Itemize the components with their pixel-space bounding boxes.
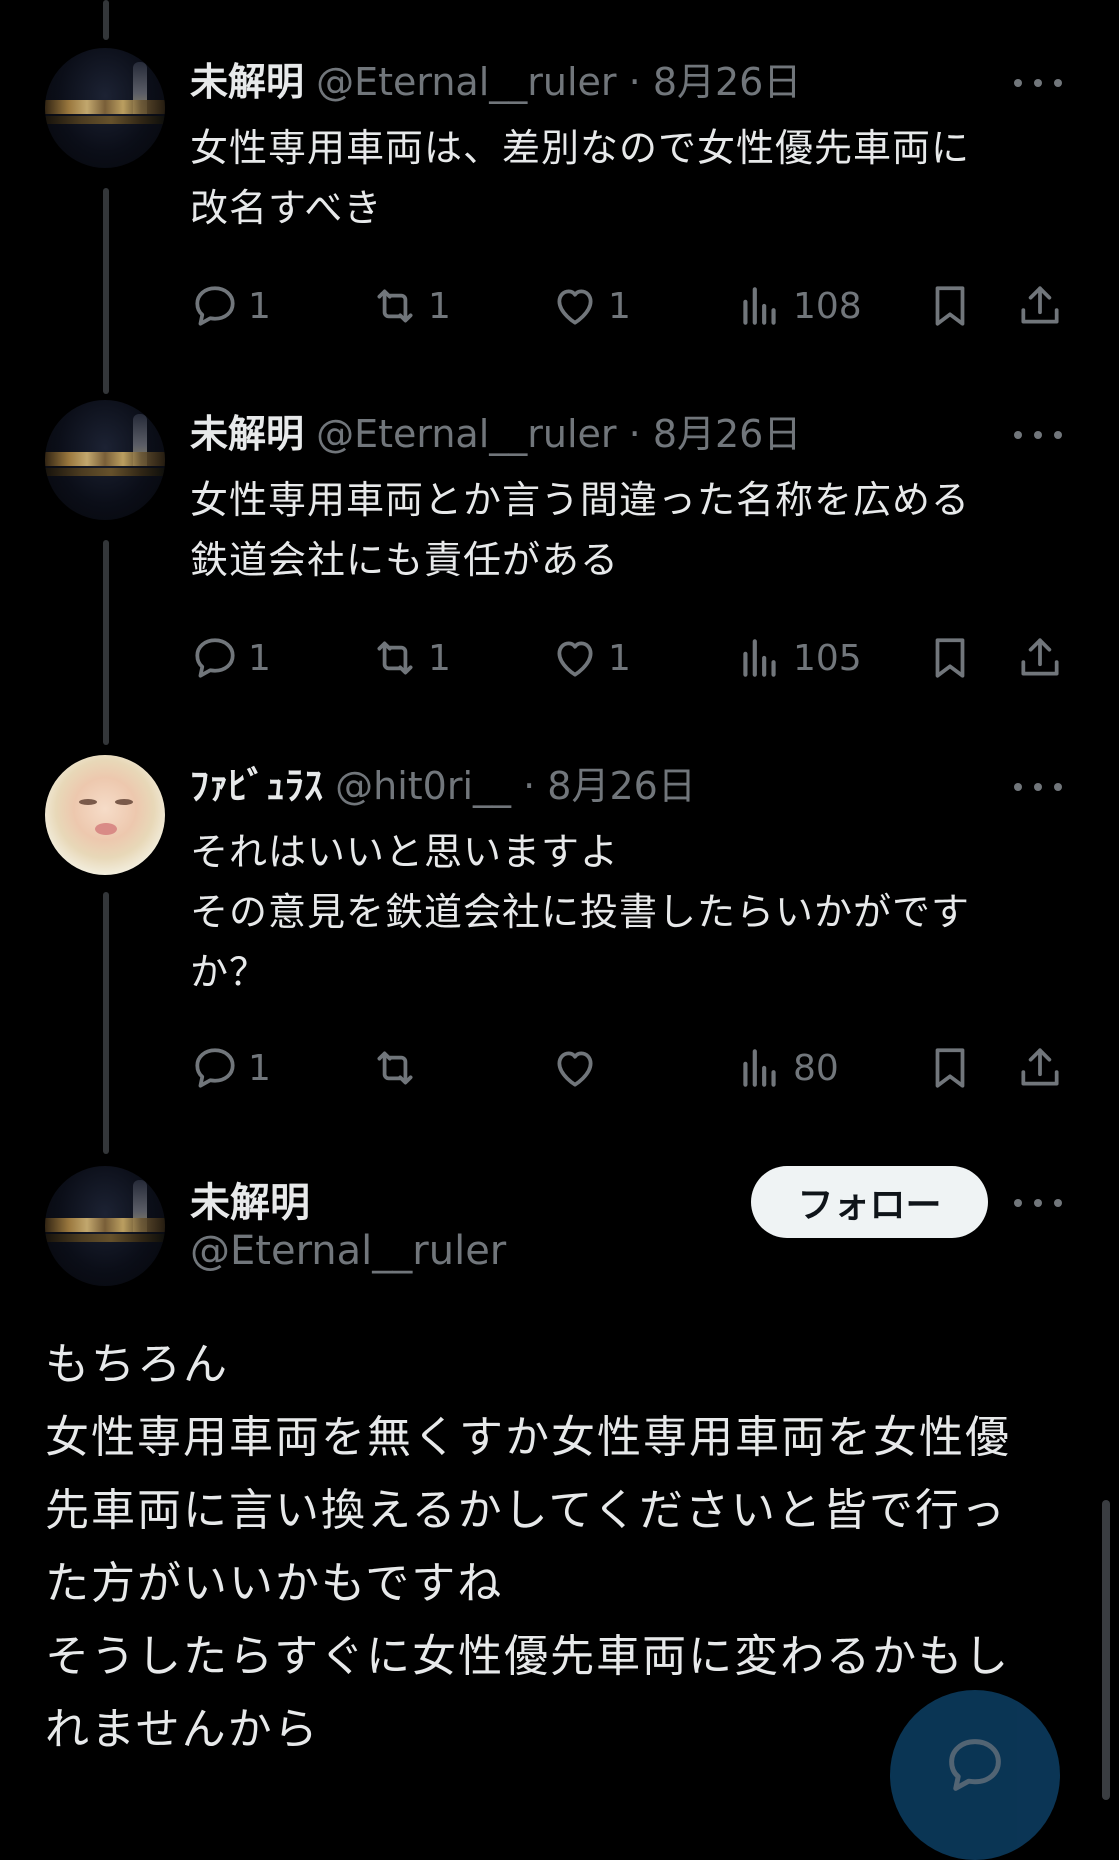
share-button[interactable] [1015,632,1065,684]
avatar[interactable] [45,1166,165,1286]
reply-button[interactable]: 1 [190,632,271,684]
more-icon[interactable] [1014,777,1062,797]
display-name[interactable]: 未解明 [190,60,304,104]
bookmark-icon [935,286,965,326]
reply-icon [195,1048,235,1088]
avatar[interactable] [45,755,165,875]
tweet-date[interactable]: 8月26日 [653,60,802,104]
repost-button[interactable]: 1 [370,632,451,684]
views-icon [743,639,776,677]
view-count: 105 [793,637,862,679]
compose-reply-icon [949,1739,1001,1791]
tweet-text: 女性専用車両とか言う間違った名称を広める 鉄道会社にも責任がある [190,478,971,582]
follow-button[interactable]: フォロー [751,1166,988,1238]
tweet-text: 女性専用車両は、差別なので女性優先車両に 改名すべき [190,126,971,230]
views-button[interactable]: 108 [735,280,862,332]
reply-count: 1 [248,637,271,679]
share-icon [1021,1048,1059,1086]
action-bar: 1 80 [190,1042,1070,1094]
tweet-date[interactable]: 8月26日 [547,764,696,808]
heart-icon [557,289,593,325]
more-icon[interactable] [1014,425,1062,445]
thread-line [103,540,109,745]
tweet[interactable]: 未解明 @Eternal__ruler · 8月26日 女性専用車両は、差別なの… [0,0,1119,380]
thread-line [103,892,109,1154]
heart-icon [557,1051,593,1087]
reply-button[interactable]: 1 [190,280,271,332]
main-tweet-text: もちろん 女性専用車両を無くすか女性専用車両を女性優 先車両に言い換えるかしてく… [45,1339,1011,1755]
bookmark-button[interactable] [925,1042,975,1094]
reply-button[interactable]: 1 [190,1042,271,1094]
display-name[interactable]: ﾌｧﾋﾞｭﾗｽ [190,764,323,808]
avatar[interactable] [45,48,165,168]
action-bar: 1 1 1 108 [190,280,1070,332]
like-count: 1 [608,285,631,327]
bookmark-button[interactable] [925,280,975,332]
repost-icon [377,1051,413,1085]
tweet-text: それはいいと思いますよ その意見を鉄道会社に投書したらいかがです か？ [190,830,971,994]
view-count: 108 [793,285,862,327]
like-button[interactable] [550,1042,608,1094]
user-handle[interactable]: @Eternal__ruler [316,412,616,456]
bookmark-icon [935,638,965,678]
views-icon [743,1049,776,1087]
display-name[interactable]: 未解明 [190,1170,310,1228]
repost-button[interactable] [370,1042,428,1094]
like-count: 1 [608,637,631,679]
heart-icon [557,641,593,677]
repost-count: 1 [428,637,451,679]
views-button[interactable]: 80 [735,1042,839,1094]
separator: · [523,764,536,808]
share-icon [1021,638,1059,676]
bookmark-button[interactable] [925,632,975,684]
user-handle[interactable]: @Eternal__ruler [316,60,616,104]
reply-count: 1 [248,285,271,327]
display-name[interactable]: 未解明 [190,412,304,456]
views-icon [743,287,776,325]
more-icon[interactable] [1014,73,1062,93]
like-button[interactable]: 1 [550,632,631,684]
view-count: 80 [793,1047,839,1089]
compose-reply-button[interactable] [890,1690,1060,1860]
views-button[interactable]: 105 [735,632,862,684]
scrollbar[interactable] [1102,1500,1110,1800]
user-handle[interactable]: @hit0ri__ [335,764,511,808]
separator: · [628,60,641,104]
tweet-header: ﾌｧﾋﾞｭﾗｽ @hit0ri__ · 8月26日 [190,762,696,810]
repost-button[interactable]: 1 [370,280,451,332]
reply-icon [195,638,235,678]
reply-count: 1 [248,1047,271,1089]
tweet-header: 未解明 @Eternal__ruler · 8月26日 [190,58,801,106]
repost-count: 1 [428,285,451,327]
bookmark-icon [935,1048,965,1088]
repost-icon [377,289,413,323]
user-handle[interactable]: @Eternal__ruler [190,1228,506,1274]
tweet-date[interactable]: 8月26日 [653,412,802,456]
reply-icon [195,286,235,326]
separator: · [628,412,641,456]
repost-icon [377,641,413,675]
avatar[interactable] [45,400,165,520]
share-button[interactable] [1015,280,1065,332]
share-icon [1021,286,1059,324]
action-bar: 1 1 1 105 [190,632,1070,684]
like-button[interactable]: 1 [550,280,631,332]
tweet-header: 未解明 @Eternal__ruler · 8月26日 [190,410,801,458]
share-button[interactable] [1015,1042,1065,1094]
more-icon[interactable] [1014,1193,1062,1213]
